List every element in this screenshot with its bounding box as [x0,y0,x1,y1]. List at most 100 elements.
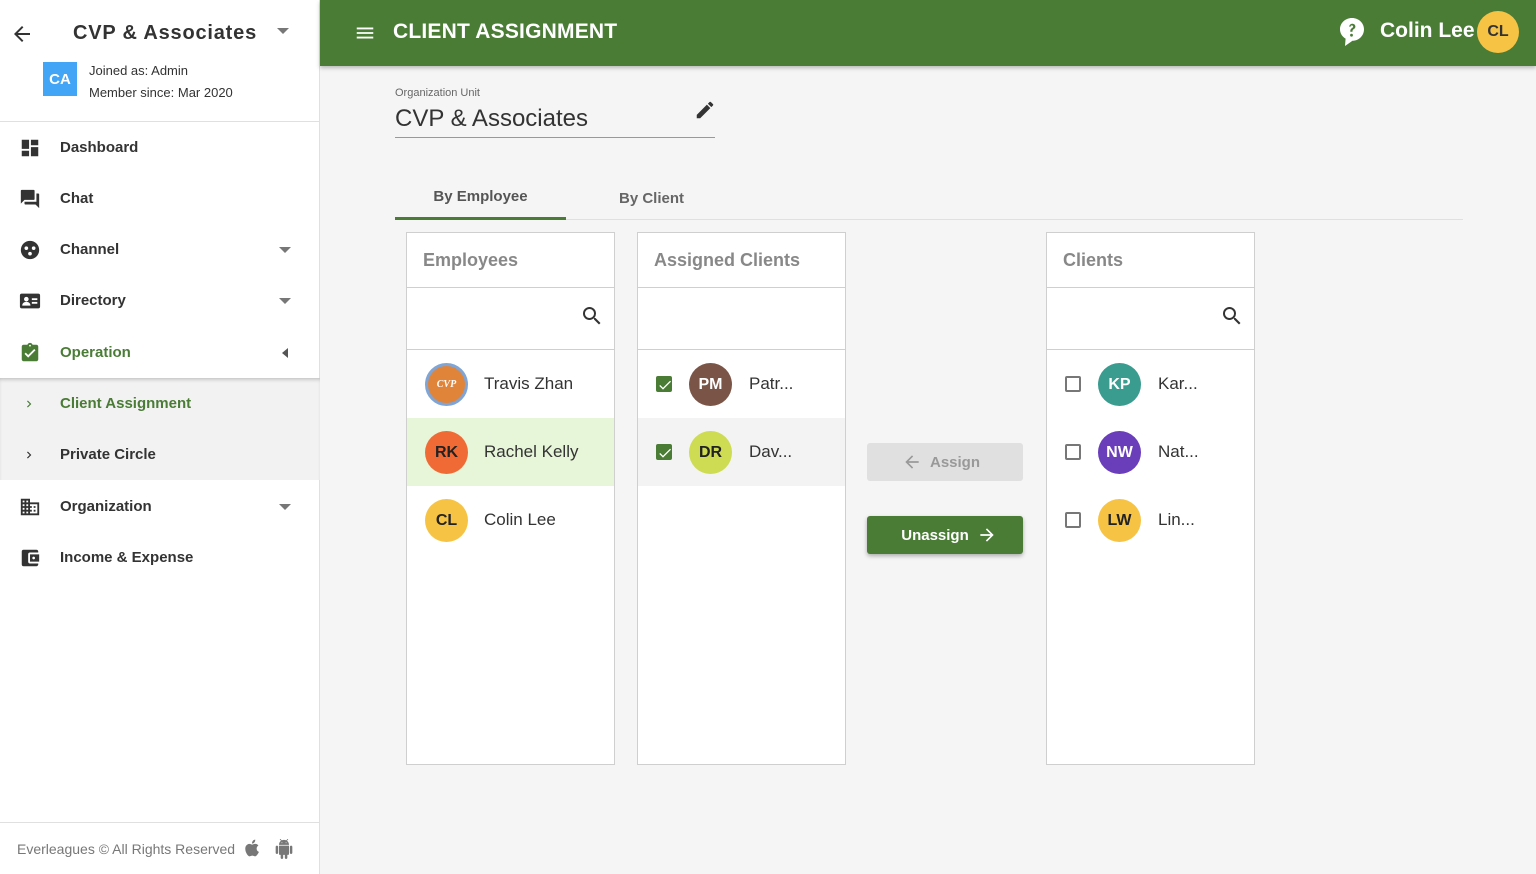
clipboard-check-icon [18,341,42,365]
sidebar-item-label: Operation [60,344,131,361]
assigned-clients-panel: Assigned Clients PM Patr... DR Dav... [637,232,846,765]
employee-avatar: CVP [425,363,468,406]
sidebar-footer: Everleagues © All Rights Reserved [0,822,320,874]
copyright-text: Everleagues © All Rights Reserved [17,841,236,857]
client-name: Patr... [749,374,794,393]
employee-row-selected[interactable]: RK Rachel Kelly [407,418,614,486]
search-icon[interactable] [580,304,604,328]
user-name[interactable]: Colin Lee [1380,19,1475,43]
employees-panel: Employees CVP Travis Zhan RK Rachel Kell… [406,232,615,765]
wallet-icon [18,546,42,570]
assigned-client-row[interactable]: PM Patr... [638,350,845,418]
sidebar-item-label: Chat [60,190,94,207]
tab-by-employee[interactable]: By Employee [395,176,566,220]
org-unit-label: Organization Unit [395,87,480,99]
assign-button-label: Assign [929,453,980,471]
chevron-right-icon [27,400,32,407]
checkbox-unchecked[interactable] [1065,512,1081,528]
checkbox-checked[interactable] [656,376,672,392]
sidebar-item-operation[interactable]: Operation [0,327,320,378]
contact-card-icon [18,289,42,313]
arrow-left-icon [905,455,919,469]
sidebar-item-directory[interactable]: Directory [0,275,320,326]
client-avatar: PM [689,363,732,406]
android-icon[interactable] [274,838,294,860]
org-name[interactable]: CVP & Associates [73,22,257,45]
unassign-button[interactable]: Unassign [867,516,1023,554]
employees-panel-title: Employees [407,233,614,288]
search-icon[interactable] [1220,304,1244,328]
employee-row[interactable]: CVP Travis Zhan [407,350,614,418]
dashboard-icon [18,136,42,160]
sidebar-item-channel[interactable]: Channel [0,224,320,275]
edit-pencil-icon[interactable] [694,99,716,121]
org-avatar: CA [43,62,77,96]
chevron-down-icon [279,246,291,253]
chevron-left-icon [282,347,288,358]
sidebar-item-income-expense[interactable]: Income & Expense [0,532,320,583]
sidebar-subitem-label: Client Assignment [60,395,192,412]
org-switch-caret-icon[interactable] [277,28,289,34]
clients-panel: Clients KP Kar... NW Nat... LW Lin... [1046,232,1255,765]
sidebar-header: CVP & Associates CA Joined as: Admin Mem… [0,0,319,122]
checkbox-unchecked[interactable] [1065,444,1081,460]
client-row[interactable]: LW Lin... [1047,486,1254,554]
employee-avatar: CL [425,499,468,542]
sidebar-item-dashboard[interactable]: Dashboard [0,122,320,173]
clients-search [1047,288,1254,350]
channel-icon [18,238,42,262]
arrow-right-icon [980,528,994,542]
assigned-clients-panel-title: Assigned Clients [638,233,845,288]
user-avatar[interactable]: CL [1477,11,1519,53]
sidebar-item-chat[interactable]: Chat [0,173,320,224]
client-name: Kar... [1158,374,1198,393]
client-avatar: NW [1098,431,1141,474]
tab-by-client[interactable]: By Client [566,176,737,220]
sidebar-item-organization[interactable]: Organization [0,481,320,532]
org-unit-underline [395,137,715,138]
client-name: Nat... [1158,442,1199,461]
client-name: Lin... [1158,510,1195,529]
employee-name: Colin Lee [484,510,556,529]
top-app-bar: CLIENT ASSIGNMENT Colin Lee CL [320,0,1536,66]
client-row[interactable]: NW Nat... [1047,418,1254,486]
client-avatar: DR [689,431,732,474]
checkbox-unchecked[interactable] [1065,376,1081,392]
sidebar-item-label: Channel [60,241,120,258]
sidebar-subitem-client-assignment[interactable]: Client Assignment [0,378,320,429]
employees-search [407,288,614,350]
sidebar-subitem-private-circle[interactable]: Private Circle [0,429,320,480]
employee-avatar: RK [425,431,468,474]
sidebar-item-label: Income & Expense [60,549,194,566]
building-icon [18,495,42,519]
assign-button[interactable]: Assign [867,443,1023,481]
hamburger-menu-icon[interactable] [354,22,376,44]
chevron-right-icon [27,451,32,458]
apple-icon[interactable] [242,837,262,859]
chevron-down-icon [279,297,291,304]
client-row[interactable]: KP Kar... [1047,350,1254,418]
help-icon[interactable] [1336,16,1368,48]
sidebar-item-label: Dashboard [60,139,139,156]
client-name: Dav... [749,442,793,461]
sidebar-item-label: Organization [60,498,152,515]
back-arrow-icon[interactable] [10,22,34,46]
employee-name: Travis Zhan [484,374,574,393]
assigned-client-row[interactable]: DR Dav... [638,418,845,486]
clients-panel-title: Clients [1047,233,1254,288]
page-title: CLIENT ASSIGNMENT [393,20,618,43]
chat-icon [18,187,42,211]
org-unit-value[interactable]: CVP & Associates [395,105,588,133]
employee-name: Rachel Kelly [484,442,579,461]
client-avatar: KP [1098,363,1141,406]
sidebar-item-label: Directory [60,292,126,309]
sidebar-subitem-label: Private Circle [60,446,156,463]
checkbox-checked[interactable] [656,444,672,460]
member-since: Member since: Mar 2020 [89,85,233,100]
assigned-clients-search-area [638,288,845,350]
joined-role: Joined as: Admin [89,63,189,78]
unassign-button-label: Unassign [901,526,969,544]
chevron-down-icon [279,503,291,510]
sidebar: CVP & Associates CA Joined as: Admin Mem… [0,0,320,874]
employee-row[interactable]: CL Colin Lee [407,486,614,554]
